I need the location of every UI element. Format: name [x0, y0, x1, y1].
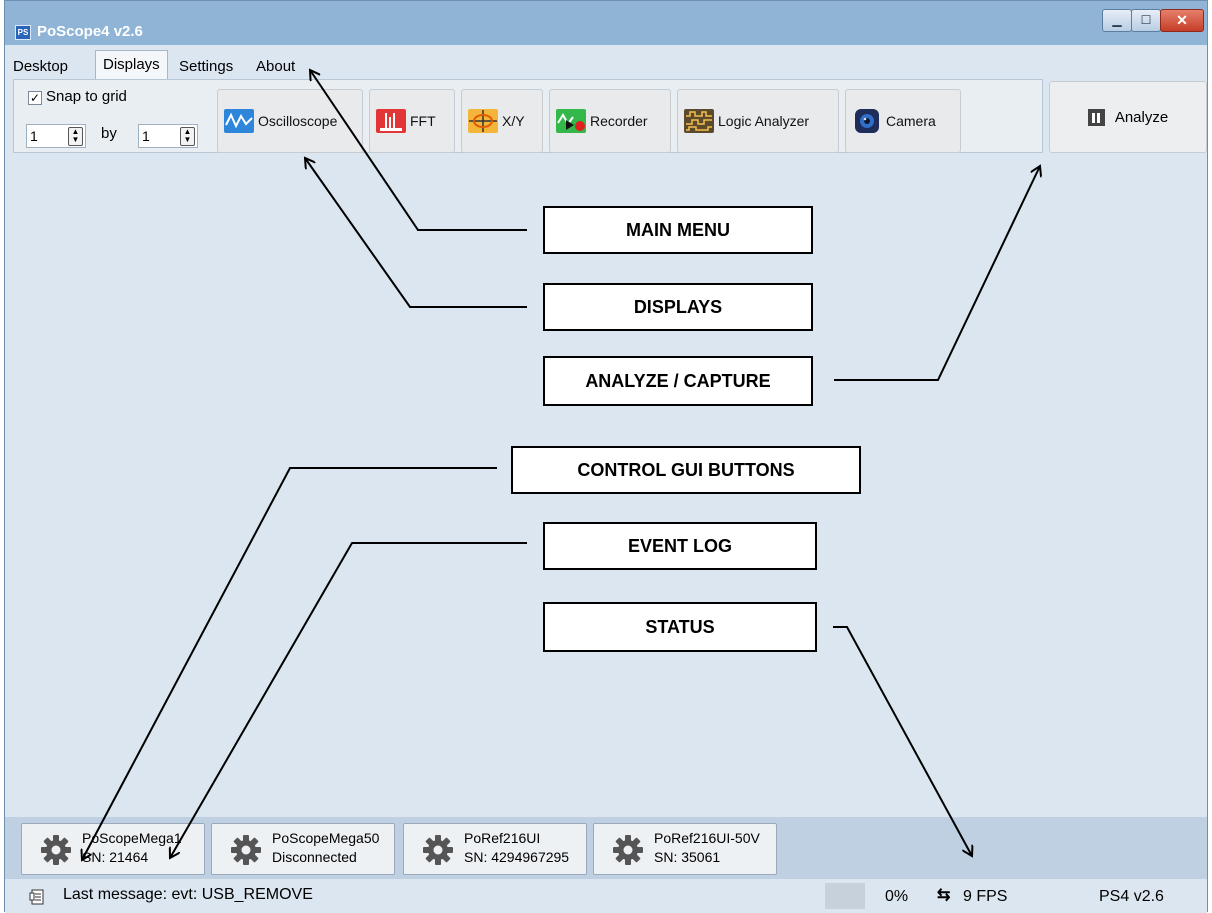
- device-serial: Disconnected: [272, 849, 357, 865]
- xy-button[interactable]: X/Y: [461, 89, 543, 153]
- camera-label: Camera: [886, 113, 936, 129]
- grid-columns-spinbox[interactable]: 1 ▲ ▼: [26, 124, 86, 148]
- snap-to-grid-label: Snap to grid: [46, 88, 127, 105]
- recorder-label: Recorder: [590, 113, 648, 129]
- analyze-button[interactable]: Analyze: [1049, 81, 1207, 153]
- gear-icon: [613, 835, 643, 865]
- logic-analyzer-label: Logic Analyzer: [718, 113, 810, 129]
- device-serial: SN: 21464: [82, 849, 149, 865]
- grid-rows-spinbox[interactable]: 1 ▲ ▼: [138, 124, 198, 148]
- checkmark-icon: ✓: [28, 91, 42, 105]
- device-name: PoRef216UI-50V: [654, 830, 760, 846]
- gear-icon: [231, 835, 261, 865]
- device-button-poscopemega50[interactable]: PoScopeMega50 Disconnected: [211, 823, 395, 875]
- analyze-label: Analyze: [1114, 108, 1169, 126]
- spin-arrows-icon[interactable]: ▲ ▼: [68, 127, 83, 146]
- gear-icon: [423, 835, 453, 865]
- callout-analyze-capture: ANALYZE / CAPTURE: [543, 356, 813, 406]
- spin-arrows-icon[interactable]: ▲ ▼: [180, 127, 195, 146]
- event-log-icon[interactable]: [29, 889, 45, 905]
- fft-button[interactable]: FFT: [369, 89, 455, 153]
- recorder-button[interactable]: Recorder: [549, 89, 671, 153]
- callout-main-menu: MAIN MENU: [543, 206, 813, 254]
- progress-indicator: [825, 883, 865, 909]
- oscilloscope-icon: [224, 109, 254, 133]
- grid-rows-value: 1: [142, 128, 150, 144]
- gear-icon: [41, 835, 71, 865]
- minimize-button[interactable]: ▁: [1102, 9, 1132, 32]
- device-name: PoRef216UI: [464, 830, 541, 846]
- tab-about[interactable]: About: [256, 54, 295, 79]
- camera-button[interactable]: Camera: [845, 89, 961, 153]
- xy-label: X/Y: [502, 113, 525, 129]
- main-menu: Desktop Displays Settings About: [5, 45, 1207, 80]
- app-icon: PS: [15, 25, 31, 40]
- refresh-icon: ⇆: [937, 887, 951, 904]
- oscilloscope-label: Oscilloscope: [258, 113, 338, 129]
- pause-icon: [1087, 108, 1105, 126]
- close-button[interactable]: ✕: [1160, 9, 1204, 32]
- device-serial: SN: 4294967295: [464, 849, 570, 865]
- tab-settings[interactable]: Settings: [179, 54, 233, 79]
- grid-columns-value: 1: [30, 128, 38, 144]
- cpu-percent: 0%: [885, 888, 909, 905]
- device-button-poscopemega1[interactable]: PoScopeMega1 SN: 21464: [21, 823, 205, 875]
- version-label: PS4 v2.6: [1099, 888, 1164, 905]
- title-bar[interactable]: PS PoScope4 v2.6 ▁ ☐ ✕: [5, 1, 1207, 46]
- logic-analyzer-button[interactable]: Logic Analyzer: [677, 89, 839, 153]
- xy-icon: [468, 109, 498, 133]
- window-title: PoScope4 v2.6: [37, 23, 143, 40]
- recorder-icon: [556, 109, 586, 133]
- tab-displays[interactable]: Displays: [95, 50, 168, 80]
- snap-to-grid-checkbox[interactable]: ✓ Snap to grid: [28, 88, 127, 105]
- device-button-poref216ui-50v[interactable]: PoRef216UI-50V SN: 35061: [593, 823, 777, 875]
- device-button-poref216ui[interactable]: PoRef216UI SN: 4294967295: [403, 823, 587, 875]
- callout-displays: DISPLAYS: [543, 283, 813, 331]
- callout-event-log: EVENT LOG: [543, 522, 817, 570]
- callout-status: STATUS: [543, 602, 817, 652]
- maximize-button[interactable]: ☐: [1131, 9, 1161, 32]
- event-log-message: Last message: evt: USB_REMOVE: [63, 886, 313, 903]
- oscilloscope-button[interactable]: Oscilloscope: [217, 89, 363, 153]
- camera-icon: [855, 109, 879, 133]
- logic-analyzer-icon: [684, 109, 714, 133]
- device-name: PoScopeMega1: [82, 830, 182, 846]
- tab-desktop[interactable]: Desktop: [13, 54, 68, 79]
- fps-readout: 9 FPS: [963, 888, 1008, 905]
- fft-icon: [376, 109, 406, 133]
- fft-label: FFT: [410, 113, 436, 129]
- device-name: PoScopeMega50: [272, 830, 380, 846]
- device-serial: SN: 35061: [654, 849, 721, 865]
- callout-control-gui-buttons: CONTROL GUI BUTTONS: [511, 446, 861, 494]
- grid-by-label: by: [101, 125, 117, 142]
